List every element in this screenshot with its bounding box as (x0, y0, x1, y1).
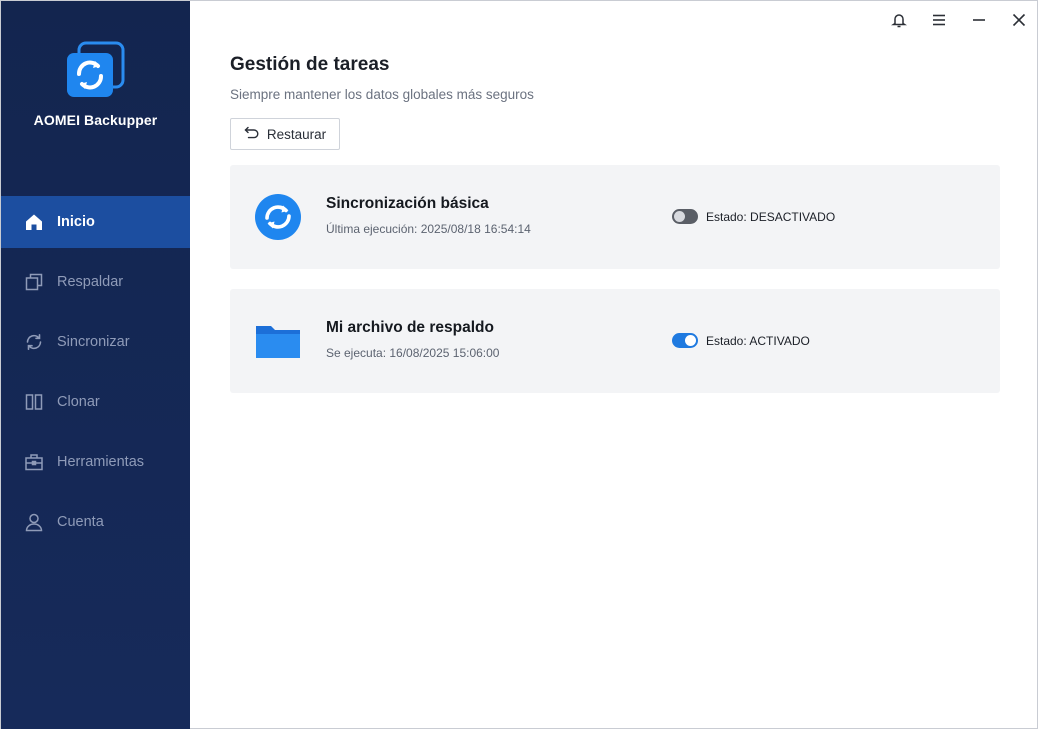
task-status-label: Estado: DESACTIVADO (706, 209, 836, 224)
task-name: Sincronización básica (326, 195, 489, 212)
close-button[interactable] (1006, 9, 1032, 35)
task-status: Estado: ACTIVADO (672, 333, 810, 348)
sidebar-item-respaldar[interactable]: Respaldar (1, 256, 190, 308)
notifications-button[interactable] (886, 9, 912, 35)
clone-icon (24, 392, 44, 412)
page-title: Gestión de tareas (230, 54, 390, 75)
restore-icon (244, 126, 259, 143)
sidebar-item-clonar[interactable]: Clonar (1, 376, 190, 428)
backup-icon (24, 272, 44, 292)
sidebar: AOMEI Backupper Inicio Respaldar Sincron… (1, 1, 190, 729)
app-logo-icon (65, 41, 125, 99)
task-card[interactable]: Mi archivo de respaldo Se ejecuta: 16/08… (230, 289, 1000, 393)
task-status: Estado: DESACTIVADO (672, 209, 835, 224)
toggle-knob (674, 211, 685, 222)
sidebar-item-label: Clonar (57, 394, 100, 410)
sidebar-item-label: Sincronizar (57, 334, 130, 350)
home-icon (24, 212, 44, 232)
close-icon (1011, 12, 1027, 33)
restore-label: Restaurar (266, 126, 327, 142)
folder-icon (254, 317, 302, 365)
sidebar-item-label: Cuenta (57, 514, 104, 530)
bell-icon (891, 12, 907, 33)
sidebar-item-label: Herramientas (57, 454, 145, 470)
menu-icon (931, 12, 947, 33)
user-icon (24, 512, 44, 532)
sync-circle-icon (254, 193, 302, 241)
menu-button[interactable] (926, 9, 952, 35)
sidebar-item-herramientas[interactable]: Herramientas (1, 436, 190, 488)
page-subtitle: Siempre mantener los datos globales más … (230, 87, 534, 102)
task-toggle[interactable] (672, 209, 698, 224)
task-card[interactable]: Sincronización básica Última ejecución: … (230, 165, 1000, 269)
app-name: AOMEI Backupper (33, 112, 158, 128)
sidebar-item-inicio[interactable]: Inicio (1, 196, 190, 248)
toolbox-icon (24, 452, 44, 472)
sidebar-item-label: Respaldar (57, 274, 124, 290)
restore-button[interactable]: Restaurar (230, 118, 340, 150)
toggle-knob (685, 335, 696, 346)
minimize-icon (971, 12, 987, 33)
sync-icon (24, 332, 44, 352)
sidebar-item-sincronizar[interactable]: Sincronizar (1, 316, 190, 368)
sidebar-item-label: Inicio (57, 214, 95, 230)
sidebar-item-cuenta[interactable]: Cuenta (1, 496, 190, 548)
task-next-run: Se ejecuta: 16/08/2025 15:06:00 (326, 346, 500, 360)
task-name: Mi archivo de respaldo (326, 319, 494, 336)
sidebar-nav: Inicio Respaldar Sincronizar Clonar Herr… (1, 196, 190, 556)
app-window: AOMEI Backupper Inicio Respaldar Sincron… (0, 0, 1038, 729)
task-toggle[interactable] (672, 333, 698, 348)
minimize-button[interactable] (966, 9, 992, 35)
task-last-run: Última ejecución: 2025/08/18 16:54:14 (326, 222, 531, 236)
task-status-label: Estado: ACTIVADO (706, 333, 810, 348)
